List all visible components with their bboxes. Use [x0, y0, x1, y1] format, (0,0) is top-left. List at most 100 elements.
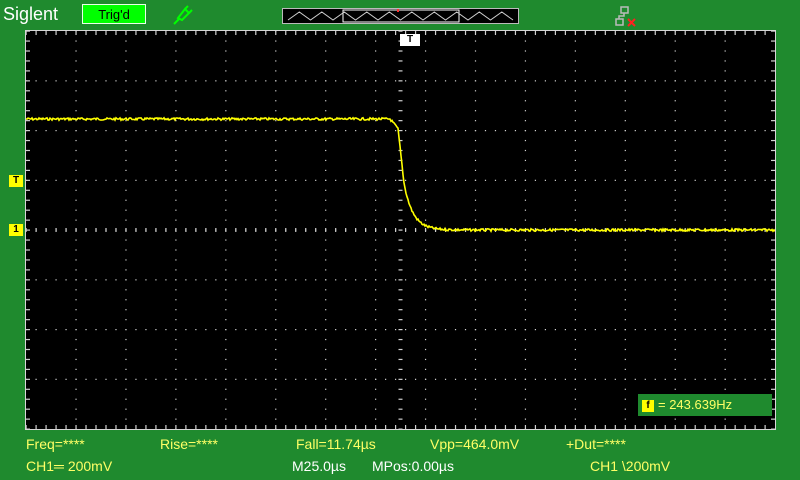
edge-tick: [554, 31, 556, 35]
grid-dot: [135, 378, 137, 380]
grid-dot: [424, 219, 427, 221]
frequency-counter-value: = 243.639Hz: [658, 397, 733, 412]
edge-tick: [205, 31, 207, 35]
grid-dot: [325, 289, 327, 291]
grid-dot: [375, 319, 377, 321]
grid-dot: [175, 149, 177, 152]
edge-tick: [771, 348, 775, 351]
grid-dot: [614, 378, 616, 380]
grid-dot: [764, 130, 766, 132]
grid-dot: [165, 329, 167, 331]
grid-dot: [135, 130, 137, 132]
grid-dot: [704, 80, 706, 82]
grid-dot: [75, 179, 77, 181]
horizontal-position[interactable]: MPos:0.00µs: [372, 458, 454, 474]
grid-dot: [634, 179, 636, 181]
grid-dot: [624, 159, 626, 162]
grid-dot: [275, 358, 277, 361]
grid-dot: [225, 368, 227, 370]
grid-dot: [225, 189, 227, 191]
trigger-level-marker-icon[interactable]: T: [9, 175, 23, 187]
grid-dot: [724, 139, 726, 142]
edge-tick: [26, 348, 30, 351]
grid-dot: [674, 309, 676, 311]
grid-dot: [674, 130, 676, 132]
grid-dot: [724, 80, 726, 82]
grid-dot: [704, 130, 706, 132]
grid-dot: [534, 378, 537, 380]
measurement-vpp: Vpp=464.0mV: [430, 436, 520, 452]
grid-dot: [245, 179, 247, 181]
grid-dot: [275, 378, 277, 380]
grid-dot: [75, 110, 77, 112]
grid-dot: [325, 50, 327, 52]
grid-dot: [175, 169, 177, 171]
grid-dot: [275, 100, 277, 102]
trigger-setting[interactable]: CH1 \200mV: [590, 458, 670, 474]
grid-dot: [724, 189, 726, 191]
edge-tick: [771, 428, 775, 429]
edge-tick: [26, 388, 30, 390]
grid-dot: [434, 80, 437, 82]
grid-dot: [225, 60, 227, 62]
grid-dot: [75, 309, 77, 311]
grid-dot: [584, 378, 586, 380]
grid-dot: [85, 279, 87, 281]
edge-tick: [26, 31, 30, 32]
grid-dot: [145, 279, 147, 281]
grid-dot: [694, 279, 696, 281]
grid-dot: [115, 378, 117, 380]
grid-dot: [724, 338, 726, 341]
grid-dot: [255, 378, 257, 380]
grid-dot: [554, 329, 556, 331]
grid-dot: [285, 279, 287, 281]
timebase-scale[interactable]: M25.0µs: [292, 458, 346, 474]
channel1-ground-marker-icon[interactable]: 1: [9, 224, 23, 236]
grid-dot: [345, 378, 347, 380]
edge-tick: [285, 425, 287, 429]
grid-dot: [624, 309, 626, 311]
grid-dot: [724, 110, 726, 112]
edge-tick: [734, 425, 736, 429]
grid-dot: [325, 149, 327, 152]
grid-dot: [275, 239, 277, 241]
edge-tick: [26, 50, 30, 52]
grid-dot: [424, 398, 427, 400]
grid-dot: [125, 189, 127, 191]
grid-dot: [474, 139, 477, 142]
grid-dot: [424, 388, 427, 390]
edge-tick: [205, 425, 207, 429]
grid-dot: [365, 378, 367, 380]
waveform-display[interactable]: [25, 30, 776, 430]
grid-dot: [404, 179, 407, 181]
edge-tick: [155, 31, 157, 35]
ch1-scale[interactable]: CH1═ 200mV: [26, 458, 112, 474]
grid-dot: [574, 189, 576, 191]
grid-dot: [514, 80, 517, 82]
grid-dot: [534, 130, 537, 132]
grid-dot: [684, 279, 686, 281]
grid-dot: [45, 329, 47, 331]
grid-dot: [764, 378, 766, 380]
grid-dot: [404, 80, 407, 82]
grid-dot: [325, 309, 327, 311]
grid-dot: [424, 309, 427, 311]
grid-dot: [225, 319, 227, 321]
grid-dot: [175, 70, 177, 72]
grid-dot: [365, 329, 367, 331]
edge-tick: [325, 31, 327, 35]
edge-tick: [305, 31, 307, 35]
grid-dot: [175, 408, 177, 410]
grid-dot: [424, 189, 427, 191]
grid-dot: [564, 279, 566, 281]
grid-dot: [734, 179, 736, 181]
grid-dot: [724, 309, 726, 311]
center-tick: [398, 319, 403, 321]
grid-dot: [75, 249, 77, 251]
grid-dot: [375, 189, 377, 191]
waveform-overview-bar[interactable]: [282, 8, 519, 24]
edge-tick: [26, 428, 30, 429]
grid-dot: [355, 130, 357, 132]
edge-tick: [26, 159, 30, 162]
grid-dot: [125, 358, 127, 361]
